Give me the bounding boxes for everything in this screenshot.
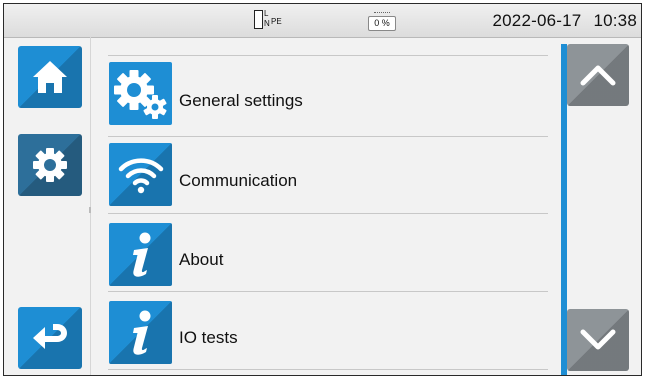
menu-item-label: About [179,250,224,269]
menu-item-about[interactable]: About [108,214,548,290]
time-text: 10:38 [593,11,637,30]
home-button[interactable] [18,46,82,108]
menu-item-general-settings[interactable]: General settings [108,56,548,132]
datetime: 2022-06-17 10:38 [492,11,637,31]
status-bar: L N PE 0 % 2022-06-17 10:38 [4,4,641,38]
menu-item-label: IO tests [179,328,238,347]
back-arrow-icon [33,324,67,349]
chevron-up-icon [580,65,616,86]
plug-pe-label: PE [271,17,282,26]
info-icon [109,223,172,286]
settings-button[interactable] [18,134,82,196]
info-icon [109,301,172,364]
plug-l-label: L [264,9,269,18]
settings-menu-list: General settings Communication About IO … [108,55,548,375]
menu-item-communication[interactable]: Communication [108,137,548,213]
left-nav-rail [4,37,94,375]
plug-connection-icon: L N PE [254,9,284,32]
scroll-up-button[interactable] [567,44,629,106]
menu-item-io-tests[interactable]: IO tests [108,292,548,368]
battery-level: 0 % [368,16,396,31]
date-text: 2022-06-17 [492,11,582,30]
gears-icon [109,62,172,125]
menu-item-label: Communication [179,171,298,190]
chevron-down-icon [580,329,616,350]
gear-icon [33,148,67,182]
battery-indicator: 0 % [368,12,398,31]
device-screen: L N PE 0 % 2022-06-17 10:38 General sett… [3,3,642,376]
wifi-icon [109,143,172,206]
plug-n-label: N [264,19,270,28]
menu-item-label: General settings [179,91,303,110]
scroll-down-button[interactable] [567,309,629,371]
back-button[interactable] [18,307,82,369]
home-icon [33,61,67,93]
